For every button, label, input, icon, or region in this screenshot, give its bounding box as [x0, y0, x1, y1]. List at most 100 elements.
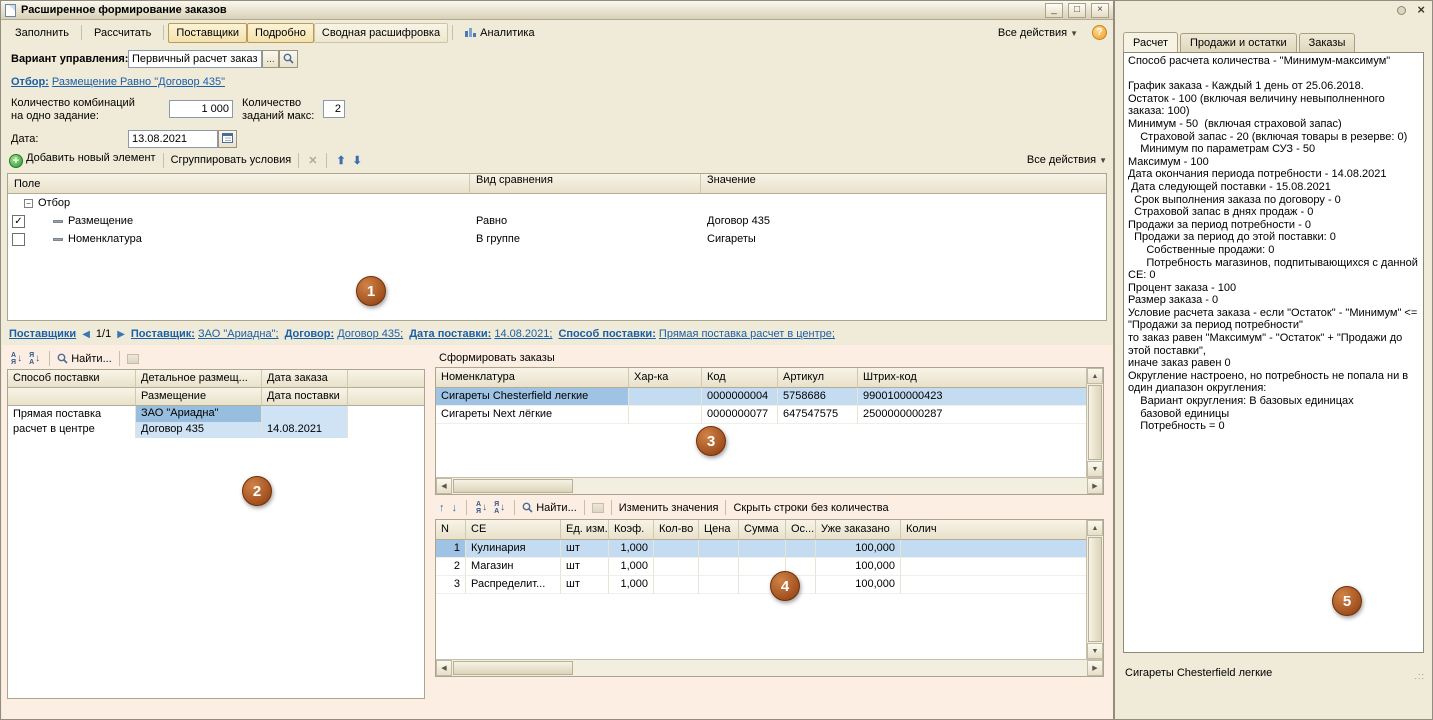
suppliers-toggle-button[interactable]: Поставщики [168, 23, 247, 43]
scroll-up-icon[interactable]: ▲ [1087, 368, 1103, 384]
help-button[interactable]: ? [1092, 25, 1107, 40]
sort-asc-icon[interactable]: АЯ↓ [476, 501, 487, 515]
move-up-icon[interactable]: ↑ [437, 502, 447, 514]
column-header-coef[interactable]: Коэф. [609, 520, 654, 540]
price-cell[interactable] [699, 576, 739, 594]
find-button[interactable]: Найти... [522, 502, 577, 514]
unit-cell[interactable]: шт [561, 558, 609, 576]
n-cell[interactable]: 3 [436, 576, 466, 594]
date-input[interactable] [128, 130, 218, 148]
ordered-cell[interactable]: 100,000 [816, 576, 901, 594]
column-header-code[interactable]: Код [702, 368, 778, 388]
tab-calc[interactable]: Расчет [1123, 32, 1178, 52]
column-header-comparison[interactable]: Вид сравнения [470, 174, 701, 194]
sort-desc-icon[interactable]: ЯА↓ [494, 501, 505, 515]
orders-row[interactable]: Сигареты Next лёгкие 0000000077 64754757… [436, 406, 1086, 424]
clear-search-icon[interactable] [127, 354, 139, 364]
scroll-left-icon[interactable]: ◀ [436, 478, 452, 494]
column-header-article[interactable]: Артикул [778, 368, 858, 388]
column-header-sum[interactable]: Сумма [739, 520, 786, 540]
barcode-cell[interactable]: 2500000000287 [858, 406, 1086, 424]
fill-button[interactable]: Заполнить [7, 23, 77, 43]
move-down-icon[interactable]: ↓ [450, 502, 460, 514]
column-header-value[interactable]: Значение [701, 174, 1106, 194]
pin-icon[interactable] [1397, 6, 1406, 15]
next-page-icon[interactable]: ▶ [117, 329, 125, 340]
hide-empty-rows-button[interactable]: Скрыть строки без количества [733, 502, 888, 514]
delivery-date-cell[interactable]: 14.08.2021 [262, 422, 348, 438]
unit-cell[interactable]: шт [561, 576, 609, 594]
qty-cell[interactable] [654, 558, 699, 576]
filter-group-row[interactable]: −Отбор [8, 194, 1106, 212]
combo-count-input[interactable] [169, 100, 233, 118]
placement-cell[interactable]: ЗАО "Ариадна" [136, 406, 262, 422]
method-cell[interactable]: Прямая поставка расчет в центре [8, 406, 136, 438]
qty-row[interactable]: 2 Магазин шт 1,000 100,000 [436, 558, 1086, 576]
resize-grip[interactable]: .:: [1414, 671, 1425, 681]
column-header-barcode[interactable]: Штрих-код [858, 368, 1086, 388]
qty-row-selected[interactable]: 1 Кулинария шт 1,000 100,000 [436, 540, 1086, 558]
contract-cell[interactable]: Договор 435 [136, 422, 262, 438]
ordered-cell[interactable]: 100,000 [816, 540, 901, 558]
date-picker-button[interactable] [218, 130, 237, 148]
code-cell[interactable]: 0000000077 [702, 406, 778, 424]
column-header-price[interactable]: Цена [699, 520, 739, 540]
n-cell[interactable]: 2 [436, 558, 466, 576]
column-header-se[interactable]: СЕ [466, 520, 561, 540]
ordered-cell[interactable]: 100,000 [816, 558, 901, 576]
sort-desc-icon[interactable]: ЯА↓ [29, 352, 40, 366]
order-date-cell[interactable] [262, 406, 348, 422]
se-cell[interactable]: Распределит... [466, 576, 561, 594]
sort-asc-icon[interactable]: АЯ↓ [11, 352, 22, 366]
variant-search-button[interactable] [279, 50, 298, 68]
all-actions-button[interactable]: Все действия▼ [990, 23, 1086, 43]
find-button[interactable]: Найти... [57, 353, 112, 365]
summary-toggle-button[interactable]: Сводная расшифровка [314, 23, 448, 43]
rest-cell[interactable] [786, 540, 816, 558]
add-element-button[interactable]: + Добавить новый элемент [9, 152, 156, 168]
suppliers-title-link[interactable]: Поставщики [9, 328, 76, 340]
clear-search-icon[interactable] [592, 503, 604, 513]
vertical-scrollbar[interactable]: ▲ ▼ [1086, 520, 1103, 659]
horizontal-scrollbar[interactable]: ◀ ▶ [436, 659, 1103, 676]
characteristic-cell[interactable] [629, 388, 702, 406]
coef-cell[interactable]: 1,000 [609, 540, 654, 558]
qty-cell[interactable] [654, 576, 699, 594]
tab-orders[interactable]: Заказы [1299, 33, 1356, 52]
barcode-cell[interactable]: 9900100000423 [858, 388, 1086, 406]
delivery-date-link[interactable]: Дата поставки: 14.08.2021; [409, 328, 552, 340]
column-header-unit[interactable]: Ед. изм. [561, 520, 609, 540]
price-cell[interactable] [699, 540, 739, 558]
filter-all-actions-button[interactable]: Все действия▼ [1027, 154, 1107, 166]
column-header-rest[interactable]: Ос... [786, 520, 816, 540]
filter-summary-link[interactable]: Отбор: Размещение Равно "Договор 435" [11, 76, 225, 88]
change-values-button[interactable]: Изменить значения [619, 502, 719, 514]
filter-text[interactable]: Размещение Равно "Договор 435" [52, 76, 225, 88]
nomenclature-cell[interactable]: Сигареты Next лёгкие [436, 406, 629, 424]
group-conditions-button[interactable]: Сгруппировать условия [171, 154, 292, 166]
price-cell[interactable] [699, 558, 739, 576]
panel-close-icon[interactable]: × [1417, 4, 1425, 16]
sum-cell[interactable] [739, 540, 786, 558]
scrollbar-thumb[interactable] [453, 661, 573, 675]
tab-sales-and-stock[interactable]: Продажи и остатки [1180, 33, 1297, 52]
filter-row-placement[interactable]: ✓ Размещение Равно Договор 435 [8, 212, 1106, 230]
detail-toggle-button[interactable]: Подробно [247, 23, 314, 43]
move-down-icon[interactable]: ⬇ [351, 154, 364, 167]
variant-more-button[interactable]: ... [262, 50, 279, 68]
column-header-delivery-date[interactable]: Дата поставки [262, 388, 348, 406]
row-checkbox-unchecked[interactable] [12, 233, 25, 246]
column-header-detail-placement[interactable]: Детальное размещ... [136, 370, 262, 388]
vertical-scrollbar[interactable]: ▲ ▼ [1086, 368, 1103, 477]
column-header-ordered[interactable]: Уже заказано [816, 520, 901, 540]
column-header-nomenclature[interactable]: Номенклатура [436, 368, 629, 388]
prev-page-icon[interactable]: ◀ [82, 329, 90, 340]
delivery-method-link[interactable]: Способ поставки: Прямая поставка расчет … [558, 328, 834, 340]
qty2-cell[interactable] [901, 558, 1086, 576]
filter-row-nomenclature[interactable]: Номенклатура В группе Сигареты [8, 230, 1106, 248]
column-header-field[interactable]: Поле [8, 174, 470, 194]
n-cell[interactable]: 1 [436, 540, 466, 558]
qty2-cell[interactable] [901, 540, 1086, 558]
coef-cell[interactable]: 1,000 [609, 576, 654, 594]
se-cell[interactable]: Кулинария [466, 540, 561, 558]
